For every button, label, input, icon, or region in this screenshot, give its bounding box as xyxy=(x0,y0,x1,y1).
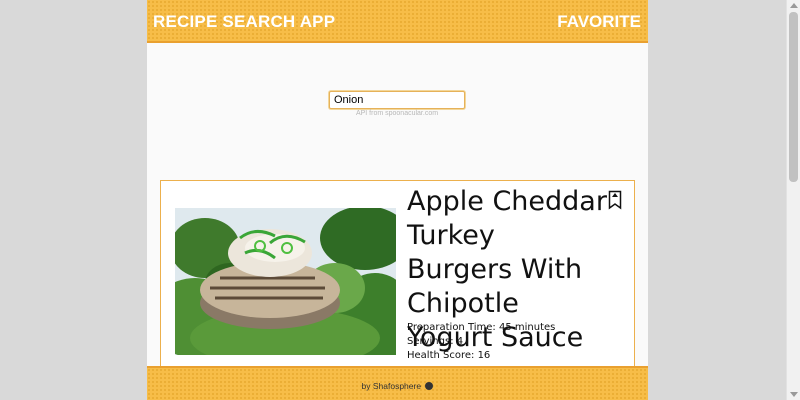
bookmark-icon[interactable] xyxy=(608,190,622,210)
api-credit: API from spoonacular.com xyxy=(355,110,439,117)
scroll-down-arrow-icon[interactable] xyxy=(790,392,798,397)
app-header: RECIPE SEARCH APP FAVORITE xyxy=(147,0,648,43)
search-input[interactable] xyxy=(329,91,465,109)
footer-credit: by Shafosphere xyxy=(147,381,648,391)
preparation-time: Preparation Time: 45 minutes xyxy=(407,322,556,333)
scroll-up-arrow-icon[interactable] xyxy=(790,3,798,8)
github-icon[interactable] xyxy=(425,382,434,390)
app-title-link[interactable]: RECIPE SEARCH APP xyxy=(153,12,335,32)
scrollbar-thumb[interactable] xyxy=(789,12,798,182)
recipe-image xyxy=(175,208,396,355)
servings: Servings: 4 xyxy=(407,336,464,347)
recipe-card[interactable]: Apple Cheddar Turkey Burgers With Chipot… xyxy=(160,180,635,380)
health-score: Health Score: 16 xyxy=(407,350,491,361)
footer-author[interactable]: by Shafosphere xyxy=(362,381,422,391)
app-footer: by Shafosphere xyxy=(147,366,648,400)
vertical-scrollbar[interactable] xyxy=(786,0,800,400)
app-page: RECIPE SEARCH APP FAVORITE API from spoo… xyxy=(147,0,648,400)
favorite-link[interactable]: FAVORITE xyxy=(557,12,641,32)
